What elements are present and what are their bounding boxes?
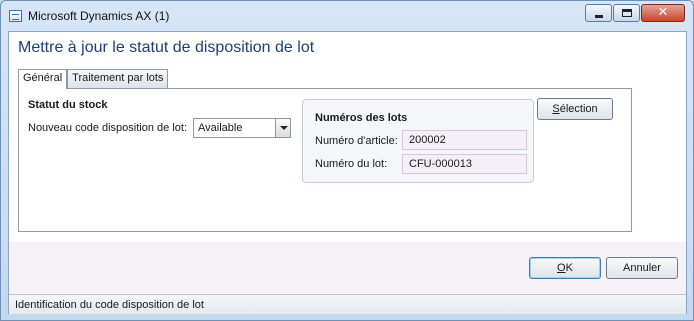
chevron-down-icon[interactable] [275,119,290,137]
close-icon: ✕ [657,4,669,19]
window-controls: ✕ [584,4,685,22]
app-window: Microsoft Dynamics AX (1) ✕ Mettre à jou… [0,0,694,321]
lot-numbers-group-title: Numéros des lots [315,112,408,124]
ok-button[interactable]: OK [529,257,601,279]
window-title: Microsoft Dynamics AX (1) [28,9,170,23]
tab-strip: Général Traitement par lots [18,69,169,89]
close-button[interactable]: ✕ [641,4,685,22]
cancel-button[interactable]: Annuler [606,257,678,279]
button-bar: OK Annuler [9,242,686,294]
new-disposition-code-value: Available [198,122,243,134]
status-bar: Identification du code disposition de lo… [9,294,686,314]
minimize-button[interactable] [585,4,612,22]
selection-accelerator: S [552,103,560,115]
selection-button[interactable]: Sélection [537,98,613,120]
form-title: Mettre à jour le statut de disposition d… [18,39,315,56]
ok-accelerator: O [557,262,566,274]
maximize-icon [622,9,632,17]
status-text: Identification du code disposition de lo… [15,299,204,311]
tab-general[interactable]: Général [18,69,68,89]
lot-number-field[interactable]: CFU-000013 [402,154,527,174]
maximize-button[interactable] [613,4,640,22]
new-disposition-code-combobox[interactable]: Available [193,118,291,138]
tab-batch-processing[interactable]: Traitement par lots [67,69,169,88]
ok-button-label: K [565,262,573,274]
dynamics-app-icon [9,10,22,22]
selection-button-label: élection [559,103,598,115]
lot-numbers-group: Numéros des lots Numéro d'article: 20000… [302,99,534,183]
form-client-area: Mettre à jour le statut de disposition d… [8,31,687,314]
title-bar[interactable]: Microsoft Dynamics AX (1) ✕ [1,1,693,31]
minimize-icon [595,15,603,18]
new-disposition-code-label: Nouveau code disposition de lot: [28,122,187,134]
lot-number-label: Numéro du lot: [315,158,388,170]
item-number-label: Numéro d'article: [315,135,398,147]
stock-status-group-title: Statut du stock [28,99,108,111]
item-number-field[interactable]: 200002 [402,130,527,150]
